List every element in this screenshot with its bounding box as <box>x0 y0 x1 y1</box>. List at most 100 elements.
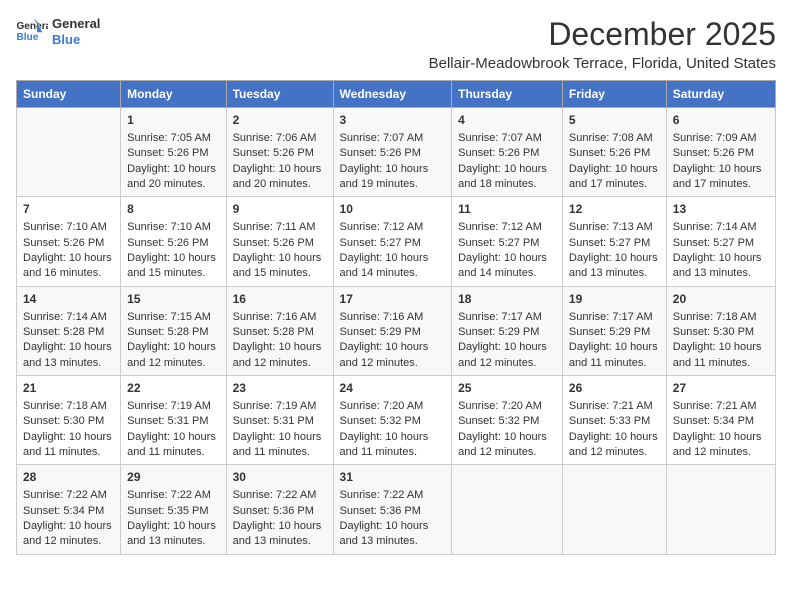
sunrise-time: Sunrise: 7:10 AM <box>23 221 107 233</box>
col-header-friday: Friday <box>562 81 666 108</box>
sunset-time: Sunset: 5:32 PM <box>458 415 539 427</box>
daylight-hours: Daylight: 10 hours and 17 minutes. <box>569 163 658 190</box>
day-number: 30 <box>233 469 327 486</box>
daylight-hours: Daylight: 10 hours and 17 minutes. <box>673 163 762 190</box>
day-number: 12 <box>569 201 660 218</box>
day-number: 3 <box>340 112 446 129</box>
day-cell: 24Sunrise: 7:20 AMSunset: 5:32 PMDayligh… <box>333 376 452 465</box>
daylight-hours: Daylight: 10 hours and 15 minutes. <box>233 252 322 279</box>
day-number: 17 <box>340 291 446 308</box>
sunrise-time: Sunrise: 7:22 AM <box>127 489 211 501</box>
day-cell: 7Sunrise: 7:10 AMSunset: 5:26 PMDaylight… <box>17 197 121 286</box>
sunrise-time: Sunrise: 7:15 AM <box>127 311 211 323</box>
sunset-time: Sunset: 5:27 PM <box>569 237 650 249</box>
col-header-monday: Monday <box>121 81 226 108</box>
sunrise-time: Sunrise: 7:16 AM <box>233 311 317 323</box>
day-cell: 23Sunrise: 7:19 AMSunset: 5:31 PMDayligh… <box>226 376 333 465</box>
daylight-hours: Daylight: 10 hours and 11 minutes. <box>233 431 322 458</box>
daylight-hours: Daylight: 10 hours and 11 minutes. <box>569 341 658 368</box>
day-number: 19 <box>569 291 660 308</box>
day-number: 9 <box>233 201 327 218</box>
day-cell: 27Sunrise: 7:21 AMSunset: 5:34 PMDayligh… <box>666 376 775 465</box>
week-row-1: 1 Sunrise: 7:05 AM Sunset: 5:26 PM Daylight… <box>17 108 776 197</box>
sunset-time: Sunset: 5:36 PM <box>233 505 314 517</box>
sunrise-time: Sunrise: 7:17 AM <box>458 311 542 323</box>
page-header: General Blue General Blue December 2025 … <box>16 16 776 72</box>
sunset-time: Sunset: 5:26 PM <box>127 147 208 159</box>
page-title: December 2025 <box>429 16 776 53</box>
page-subtitle: Bellair-Meadowbrook Terrace, Florida, Un… <box>429 55 776 72</box>
sunset-time: Sunset: 5:26 PM <box>673 147 754 159</box>
day-cell: 11Sunrise: 7:12 AMSunset: 5:27 PMDayligh… <box>452 197 563 286</box>
day-cell: 16Sunrise: 7:16 AMSunset: 5:28 PMDayligh… <box>226 286 333 375</box>
col-header-saturday: Saturday <box>666 81 775 108</box>
week-row-3: 14Sunrise: 7:14 AMSunset: 5:28 PMDayligh… <box>17 286 776 375</box>
day-cell: 15 Sunrise: 7:15 AM Sunset: 5:28 PM Dayligh… <box>121 286 226 375</box>
day-number: 16 <box>233 291 327 308</box>
sunrise-time: Sunrise: 7:18 AM <box>673 311 757 323</box>
sunrise-time: Sunrise: 7:21 AM <box>569 400 653 412</box>
sunrise-time: Sunrise: 7:17 AM <box>569 311 653 323</box>
daylight-hours: Daylight: 10 hours and 12 minutes. <box>127 341 216 368</box>
day-number: 15 <box>127 291 219 308</box>
sunset-time: Sunset: 5:34 PM <box>673 415 754 427</box>
day-cell: 28Sunrise: 7:22 AMSunset: 5:34 PMDayligh… <box>17 465 121 554</box>
sunset-time: Sunset: 5:26 PM <box>127 237 208 249</box>
day-cell: 4Sunrise: 7:07 AMSunset: 5:26 PMDaylight… <box>452 108 563 197</box>
sunrise-time: Sunrise: 7:11 AM <box>233 221 316 233</box>
sunset-time: Sunset: 5:28 PM <box>127 326 208 338</box>
day-number: 31 <box>340 469 446 486</box>
day-number: 29 <box>127 469 219 486</box>
svg-text:Blue: Blue <box>16 31 38 42</box>
sunset-time: Sunset: 5:31 PM <box>233 415 314 427</box>
daylight-hours: Daylight: 10 hours and 16 minutes. <box>23 252 112 279</box>
day-number: 5 <box>569 112 660 129</box>
sunrise-time: Sunrise: 7:22 AM <box>340 489 424 501</box>
day-cell <box>666 465 775 554</box>
daylight-hours: Daylight: 10 hours and 12 minutes. <box>340 341 429 368</box>
day-cell: 31Sunrise: 7:22 AMSunset: 5:36 PMDayligh… <box>333 465 452 554</box>
day-number: 4 <box>458 112 556 129</box>
daylight-hours: Daylight: 10 hours and 18 minutes. <box>458 163 547 190</box>
day-cell: 14Sunrise: 7:14 AMSunset: 5:28 PMDayligh… <box>17 286 121 375</box>
sunrise-time: Sunrise: 7:22 AM <box>233 489 317 501</box>
day-number: 10 <box>340 201 446 218</box>
day-number: 1 <box>127 112 219 129</box>
sunrise-time: Sunrise: 7:16 AM <box>340 311 424 323</box>
day-cell <box>452 465 563 554</box>
sunrise-time: Sunrise: 7:20 AM <box>340 400 424 412</box>
sunset-time: Sunset: 5:27 PM <box>673 237 754 249</box>
sunrise-time: Sunrise: 7:07 AM <box>340 132 424 144</box>
day-number: 25 <box>458 380 556 397</box>
col-header-tuesday: Tuesday <box>226 81 333 108</box>
sunset-time: Sunset: 5:26 PM <box>340 147 421 159</box>
sunrise-time: Sunrise: 7:06 AM <box>233 132 317 144</box>
sunrise-time: Sunrise: 7:05 AM <box>127 132 211 144</box>
day-number: 26 <box>569 380 660 397</box>
day-number: 7 <box>23 201 114 218</box>
day-number: 23 <box>233 380 327 397</box>
daylight-hours: Daylight: 10 hours and 20 minutes. <box>233 163 322 190</box>
day-number: 11 <box>458 201 556 218</box>
sunset-time: Sunset: 5:29 PM <box>569 326 650 338</box>
header-row: SundayMondayTuesdayWednesdayThursdayFrid… <box>17 81 776 108</box>
sunset-time: Sunset: 5:30 PM <box>23 415 104 427</box>
day-number: 22 <box>127 380 219 397</box>
sunset-time: Sunset: 5:29 PM <box>340 326 421 338</box>
sunrise-time: Sunrise: 7:08 AM <box>569 132 653 144</box>
sunrise-time: Sunrise: 7:09 AM <box>673 132 757 144</box>
daylight-hours: Daylight: 10 hours and 11 minutes. <box>23 431 112 458</box>
daylight-hours: Daylight: 10 hours and 15 minutes. <box>127 252 216 279</box>
daylight-hours: Daylight: 10 hours and 13 minutes. <box>233 520 322 547</box>
sunset-time: Sunset: 5:26 PM <box>233 147 314 159</box>
day-cell: 1Sunrise: 7:05 AMSunset: 5:26 PMDaylight… <box>121 108 226 197</box>
day-cell: 18Sunrise: 7:17 AMSunset: 5:29 PMDayligh… <box>452 286 563 375</box>
sunset-time: Sunset: 5:28 PM <box>233 326 314 338</box>
day-number: 27 <box>673 380 769 397</box>
sunrise-time: Sunrise: 7:22 AM <box>23 489 107 501</box>
logo-line1: General <box>52 16 100 32</box>
sunrise-time: Sunrise: 7:20 AM <box>458 400 542 412</box>
day-cell: 13Sunrise: 7:14 AMSunset: 5:27 PMDayligh… <box>666 197 775 286</box>
daylight-hours: Daylight: 10 hours and 11 minutes. <box>673 341 762 368</box>
sunrise-time: Sunrise: 7:07 AM <box>458 132 542 144</box>
